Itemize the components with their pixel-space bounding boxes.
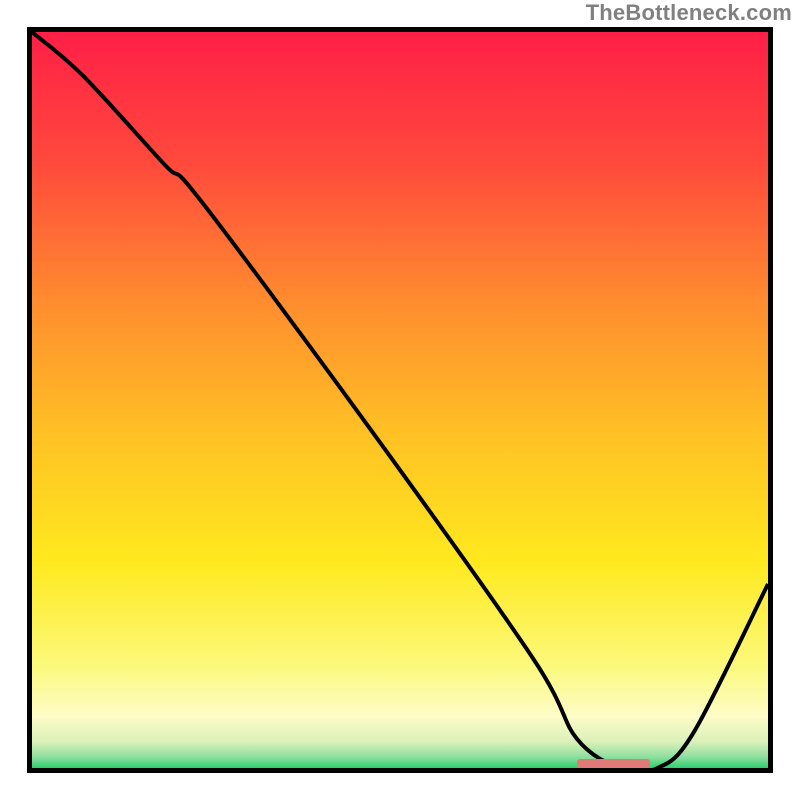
chart-stage: TheBottleneck.com: [0, 0, 800, 800]
optimal-marker: [577, 759, 651, 769]
watermark-text: TheBottleneck.com: [586, 0, 792, 26]
chart-frame: [27, 27, 773, 773]
bottleneck-curve-path: [32, 32, 768, 768]
chart-line-layer: [32, 32, 768, 768]
